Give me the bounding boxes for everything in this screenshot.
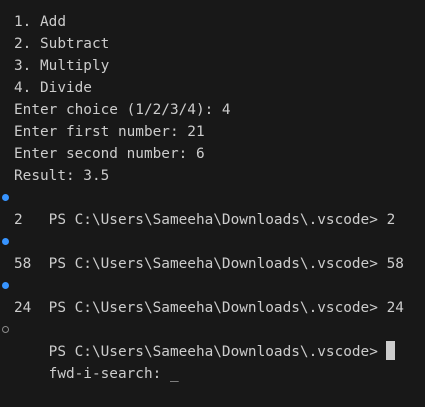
output-line: 4. Divide: [14, 80, 92, 96]
terminal-panel[interactable]: 1. Add 2. Subtract 3. Multiply 4. Divide…: [0, 0, 425, 407]
output-line: Enter first number: 21: [14, 124, 205, 140]
output-line: 2. Subtract: [14, 36, 110, 52]
search-label: fwd-i-search:: [48, 366, 162, 382]
search-query[interactable]: _: [170, 363, 179, 385]
output-line: Enter choice (1/2/3/4): 4: [14, 102, 231, 118]
prompt-line: PS C:\Users\Sameeha\Downloads\.vscode> 5…: [2, 231, 425, 272]
command-output-line: 24: [14, 300, 32, 316]
prompt-line: PS C:\Users\Sameeha\Downloads\.vscode> 2: [2, 187, 425, 228]
command-success-decoration-icon[interactable]: [2, 238, 9, 245]
reverse-search-line[interactable]: fwd-i-search: _: [14, 341, 425, 382]
command-success-decoration-icon[interactable]: [2, 282, 9, 289]
active-prompt-line[interactable]: PS C:\Users\Sameeha\Downloads\.vscode>: [2, 319, 425, 360]
prompt-line: PS C:\Users\Sameeha\Downloads\.vscode> 2…: [2, 275, 425, 316]
command-output-line: 2: [14, 212, 23, 228]
command-pending-decoration-icon[interactable]: [2, 326, 9, 333]
output-line: Result: 3.5: [14, 168, 110, 184]
command-output-line: 58: [14, 256, 32, 272]
output-line: 1. Add: [14, 14, 66, 30]
command-success-decoration-icon[interactable]: [2, 194, 9, 201]
output-line: 3. Multiply: [14, 58, 110, 74]
output-line: Enter second number: 6: [14, 146, 205, 162]
